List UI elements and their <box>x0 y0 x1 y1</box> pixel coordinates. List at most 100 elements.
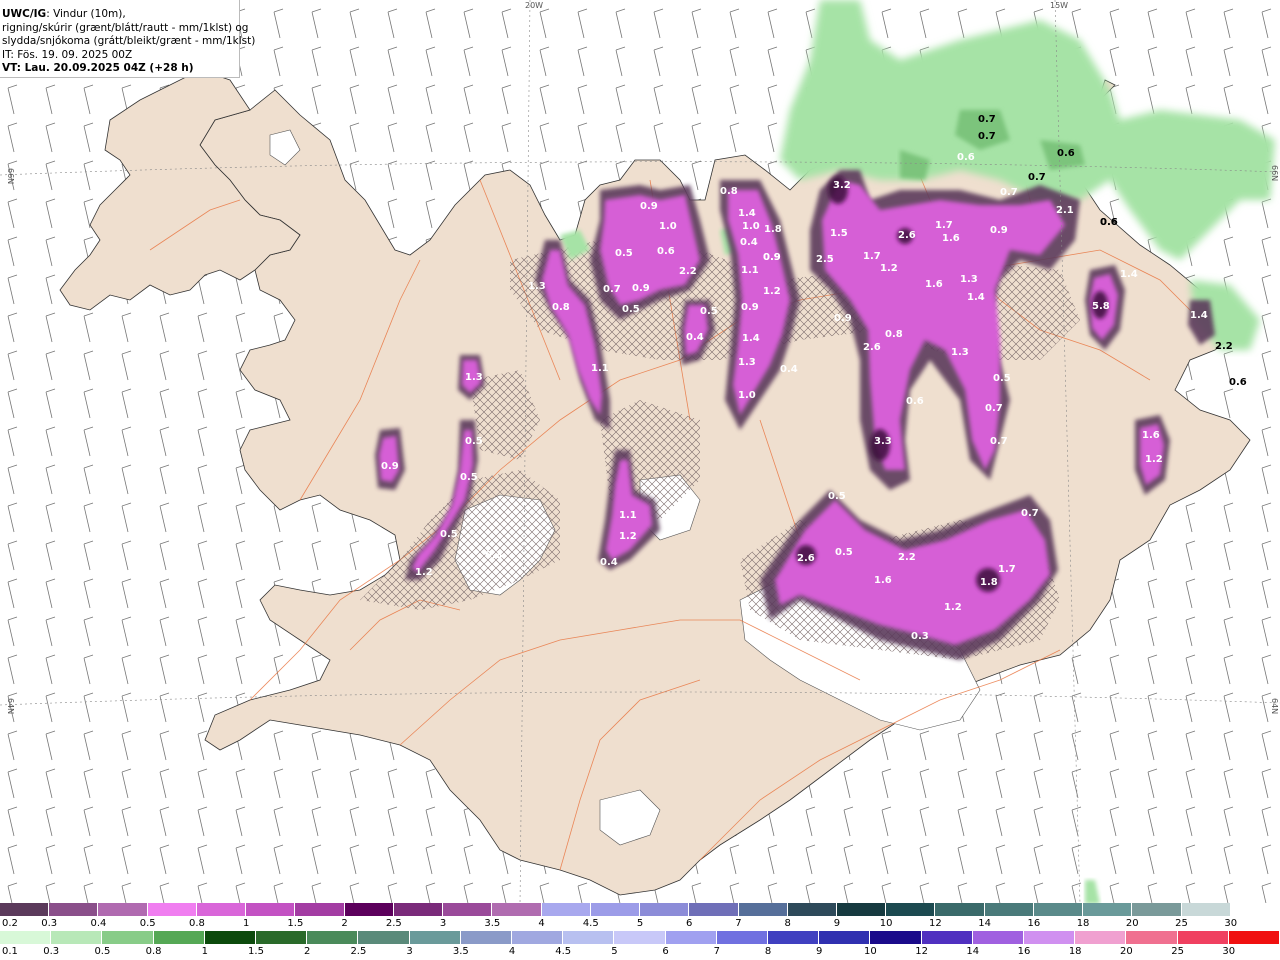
precip-label: 0.7 <box>1021 508 1039 519</box>
colorbar-swatch <box>836 903 887 916</box>
colorbar-swatch <box>870 931 922 944</box>
precip-label: 1.2 <box>415 567 433 578</box>
colorbar-swatch <box>614 931 666 944</box>
colorbar-label: 4.5 <box>582 918 599 929</box>
colorbar-label: 7 <box>735 918 742 929</box>
precip-label: 0.5 <box>460 472 478 483</box>
precip-label: 1.7 <box>998 564 1016 575</box>
weather-map: 20W 15W 66N 66N 64N 64N 3.2 2.6 1.5 1.7 … <box>0 0 1280 904</box>
precip-label: 0.5 <box>465 436 483 447</box>
precip-label: 1.3 <box>738 357 756 368</box>
colorbar-swatch <box>921 931 973 944</box>
colorbar-swatch <box>512 931 564 944</box>
colorbar-swatch <box>1177 931 1229 944</box>
colorbar-swatch <box>768 931 820 944</box>
precip-label: 1.2 <box>880 263 898 274</box>
precip-label: 0.5 <box>700 306 718 317</box>
colorbar-label: 0.8 <box>188 918 205 929</box>
precip-label: 1.1 <box>741 265 759 276</box>
colorbar-swatch <box>153 931 205 944</box>
colorbar-swatch <box>1075 931 1127 944</box>
colorbar-swatch <box>196 903 247 916</box>
precip-label: 0.7 <box>1028 172 1046 183</box>
colorbar-swatch <box>0 931 52 944</box>
precip-label: 0.5 <box>835 547 853 558</box>
colorbar-label: 0.4 <box>90 918 107 929</box>
colorbar-label: 1.5 <box>248 946 264 957</box>
colorbar-swatch <box>51 931 103 944</box>
precip-label: 1.2 <box>1145 454 1163 465</box>
colorbar-label: 3 <box>406 946 413 957</box>
colorbar-label: 5 <box>636 918 644 929</box>
colorbar-swatch <box>1024 931 1076 944</box>
precip-label: 1.0 <box>659 221 677 232</box>
colorbar-swatch <box>443 903 493 916</box>
colorbar-label: 14 <box>966 946 980 957</box>
model-name: UWC/IG <box>2 8 47 20</box>
precip-label: 2.6 <box>863 342 881 353</box>
colorbar-swatch <box>665 931 717 944</box>
colorbar-label: 0.5 <box>94 946 111 957</box>
precip-label: 1.6 <box>925 279 943 290</box>
colorbar-swatch <box>640 903 690 916</box>
precip-label: 5.8 <box>1092 301 1110 312</box>
colorbar-swatch <box>1230 903 1280 916</box>
colorbar-label: 4.5 <box>555 946 572 957</box>
colorbar-label: 2.5 <box>350 946 367 957</box>
colorbar-label: 0.1 <box>2 946 18 957</box>
colorbar-label: 14 <box>978 918 991 929</box>
colorbar-swatch <box>590 903 641 916</box>
colorbar-label: 2 <box>341 918 348 929</box>
precip-label: 1.6 <box>874 575 892 586</box>
colorbar-swatch <box>204 931 257 944</box>
colorbar-swatch <box>738 903 788 916</box>
precip-label: 1.6 <box>942 233 960 244</box>
colorbar-swatch <box>935 903 985 916</box>
colorbar-label: 4 <box>538 918 545 929</box>
colorbar-swatch <box>344 903 394 916</box>
colorbar-swatch <box>295 903 345 916</box>
precip-label: 0.7 <box>978 114 996 125</box>
precip-label: 0.7 <box>978 131 996 142</box>
colorbar-label: 20 <box>1125 918 1139 929</box>
colorbar-label: 25 <box>1175 918 1188 929</box>
colorbar-label: 2 <box>304 946 311 957</box>
precip-label: 2.2 <box>679 266 697 277</box>
precip-label: 0.9 <box>381 461 399 472</box>
colorbar-swatch <box>0 903 50 916</box>
colorbar-label: 18 <box>1076 918 1090 929</box>
colorbar-label: 4 <box>508 946 516 957</box>
colorbar-label: 5 <box>611 946 618 957</box>
colorbar-swatch <box>1033 903 1084 916</box>
precip-label: 0.6 <box>1100 217 1118 228</box>
precip-label: 0.4 <box>600 557 618 568</box>
colorbar-label: 2.5 <box>385 918 402 929</box>
precip-label: 0.7 <box>603 284 621 295</box>
precip-label: 1.7 <box>935 220 953 231</box>
colorbar-swatch <box>1132 903 1182 916</box>
colorbar-label: 30 <box>1224 918 1238 929</box>
precip-label: 1.7 <box>863 251 881 262</box>
colorbar-label: 18 <box>1068 946 1082 957</box>
colorbar-swatch <box>98 903 148 916</box>
colorbar-swatch <box>819 931 871 944</box>
precip-label: 0.5 <box>828 491 846 502</box>
colorbar-label: 0.5 <box>139 918 156 929</box>
precip-label: 1.4 <box>738 208 756 219</box>
precip-label: 2.2 <box>1215 341 1233 352</box>
colorbar-swatch <box>49 903 99 916</box>
colorbar-swatch <box>716 931 769 944</box>
precip-label: 1.3 <box>528 281 546 292</box>
colorbar-swatch <box>886 903 936 916</box>
precip-label: 1.2 <box>944 602 962 613</box>
precip-label: 1.0 <box>738 390 756 401</box>
precip-label: 0.9 <box>632 283 650 294</box>
colorbar-label: 16 <box>1027 918 1041 929</box>
colorbar-label: 6 <box>686 918 693 929</box>
colorbar-label: 16 <box>1017 946 1031 957</box>
lat-label-66n-left: 66N <box>6 168 15 184</box>
legend-colorbars: 0.2 0.3 0.4 0.5 0.8 1 1.5 2 2.5 3 3.5 4 4.5 5 6 7 8 9 10 12… <box>0 903 1280 960</box>
colorbar-label: 8 <box>764 946 772 957</box>
precip-label: 0.5 <box>615 248 633 259</box>
colorbar-label: 1.5 <box>287 918 304 929</box>
